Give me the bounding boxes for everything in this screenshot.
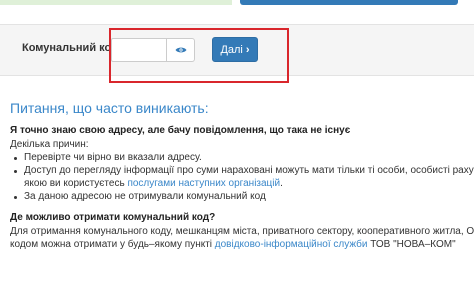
bullet-icon [14,170,17,173]
bullet-icon [14,157,17,160]
faq-q2-line-2: кодом можна отримати у будь–якому пункті… [10,239,456,250]
faq-q1-reason-2: Доступ до перегляду інформації про суми … [24,165,474,176]
faq-title: Питання, що часто виникають: [10,100,209,116]
faq-question-2: Де можливо отримати комунальний код? [10,212,216,223]
bullet-icon [14,196,17,199]
info-service-link[interactable]: довідково-інформаційної служби [215,239,368,250]
faq-q2-line-2-text: кодом можна отримати у будь–якому пункті [10,239,215,250]
faq-q1-reason-2-end: . [280,178,283,189]
top-progress-bar [0,0,474,6]
faq-q1-reason-2-text: якою ви користуєтесь [24,178,128,189]
highlight-frame [109,28,289,83]
faq-q1-reason-1: Перевірте чи вірно ви вказали адресу. [24,152,202,163]
faq-q2-line-1: Для отримання комунального коду, мешканц… [10,226,474,237]
code-label: Комунальний код: [22,42,122,54]
faq-question-1: Я точно знаю свою адресу, але бачу повід… [10,125,351,136]
progress-segment-active [240,0,458,5]
faq-q2-line-2-end: ТОВ "НОВА–КОМ" [367,239,456,250]
progress-segment-done [0,0,232,5]
faq-q1-intro: Декілька причин: [10,139,89,150]
faq-q1-reason-3: За даною адресою не отримували комунальн… [24,191,266,202]
organizations-link[interactable]: послугами наступних організацій [127,178,280,189]
faq-q1-reason-2-cont: якою ви користуєтесь послугами наступних… [24,178,283,189]
